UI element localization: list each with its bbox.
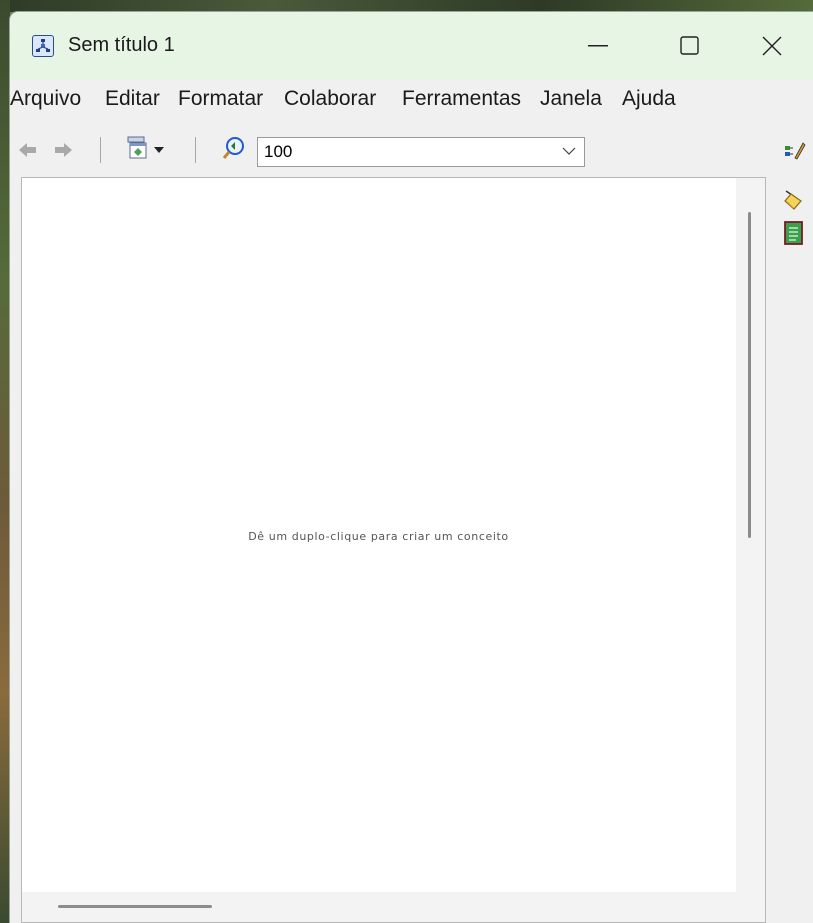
close-icon xyxy=(762,36,782,56)
maximize-button[interactable] xyxy=(644,12,736,80)
desktop-background-top xyxy=(0,0,813,12)
concept-map-app-icon[interactable] xyxy=(32,35,54,57)
vertical-scroll-thumb[interactable] xyxy=(748,212,751,538)
arrow-left-icon[interactable] xyxy=(18,141,38,159)
format-brush-icon[interactable] xyxy=(782,189,804,213)
menu-arquivo[interactable]: Arquivo xyxy=(10,87,81,111)
notes-icon[interactable] xyxy=(784,221,804,245)
chevron-down-icon[interactable] xyxy=(562,147,576,155)
toolbar: 100 xyxy=(10,120,813,176)
window-title: Sem título 1 xyxy=(68,34,175,56)
menu-ajuda[interactable]: Ajuda xyxy=(622,87,676,111)
title-bar[interactable]: Sem título 1 xyxy=(10,12,813,80)
zoom-icon[interactable] xyxy=(222,136,246,160)
menu-editar[interactable]: Editar xyxy=(105,87,160,111)
horizontal-scroll-thumb[interactable] xyxy=(58,905,212,908)
edit-tools-icon[interactable] xyxy=(784,140,806,160)
minimize-icon xyxy=(588,45,608,47)
menu-bar: Arquivo Editar Formatar Colaborar Ferram… xyxy=(10,80,813,120)
menu-colaborar[interactable]: Colaborar xyxy=(284,87,376,111)
close-button[interactable] xyxy=(736,12,813,80)
side-tool-panel xyxy=(767,177,813,923)
arrow-right-icon[interactable] xyxy=(53,141,73,159)
zoom-combobox[interactable]: 100 xyxy=(257,137,585,167)
view-styles-icon[interactable] xyxy=(127,136,151,160)
toolbar-separator xyxy=(100,137,101,163)
chevron-down-icon[interactable] xyxy=(154,147,164,153)
zoom-value: 100 xyxy=(264,142,293,161)
minimize-button[interactable] xyxy=(552,12,644,80)
menu-formatar[interactable]: Formatar xyxy=(178,87,263,111)
horizontal-scrollbar[interactable] xyxy=(22,892,765,922)
vertical-scrollbar[interactable] xyxy=(736,178,765,892)
app-window: Sem título 1 Arquivo Editar Formatar Col… xyxy=(10,12,813,923)
desktop-background-left xyxy=(0,0,10,923)
toolbar-separator xyxy=(195,137,196,163)
menu-janela[interactable]: Janela xyxy=(540,87,602,111)
concept-map-canvas[interactable]: Dê um duplo-clique para criar um conceit… xyxy=(21,177,766,923)
maximize-icon xyxy=(680,36,699,55)
canvas-hint: Dê um duplo-clique para criar um conceit… xyxy=(248,530,509,543)
menu-ferramentas[interactable]: Ferramentas xyxy=(402,87,521,111)
